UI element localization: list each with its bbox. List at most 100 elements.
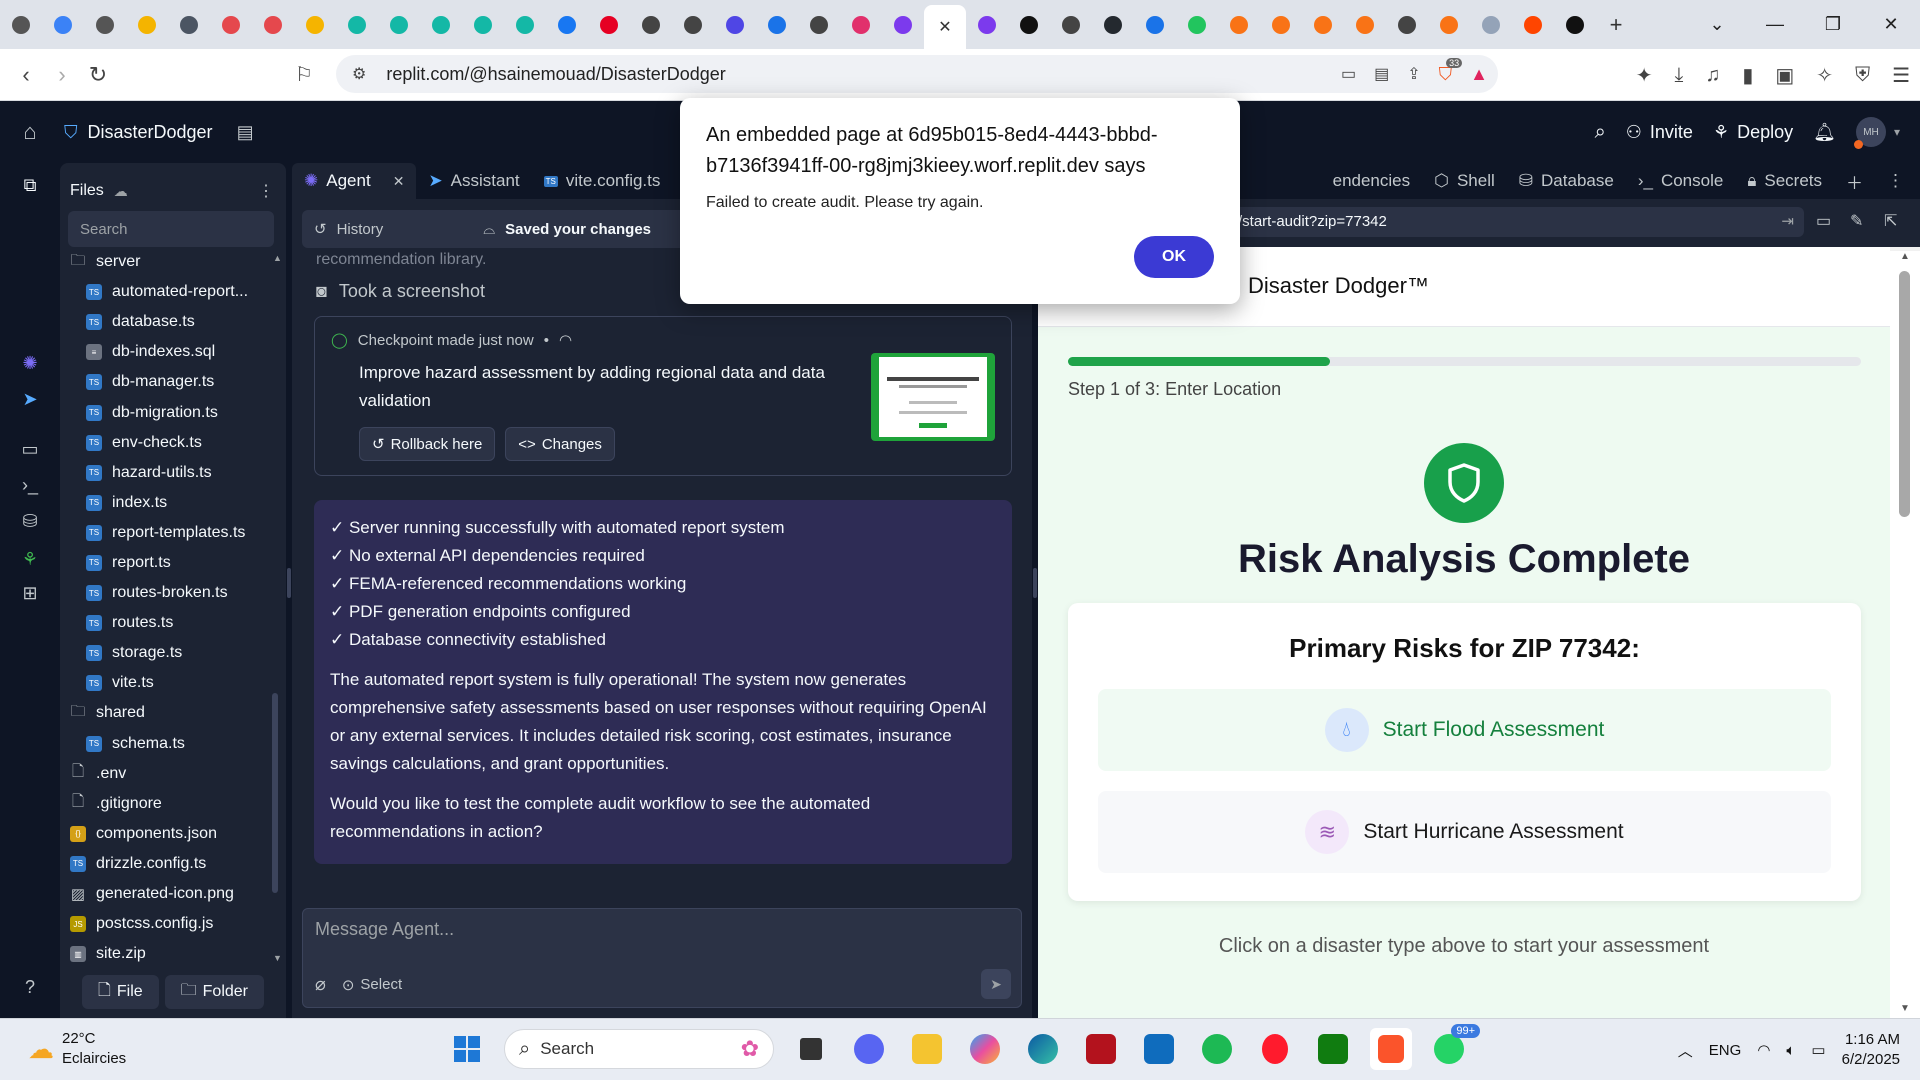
wrench-icon[interactable]: ✎ xyxy=(1850,211,1863,231)
browser-tab[interactable] xyxy=(420,4,462,46)
notifications-icon[interactable]: 🔔︎ xyxy=(1813,122,1836,143)
assistant-tool-icon[interactable]: ➤ xyxy=(0,389,60,410)
browser-tab[interactable] xyxy=(588,4,630,46)
clock[interactable]: 1:16 AM 6/2/2025 xyxy=(1842,1030,1900,1070)
send-button[interactable]: ➤ xyxy=(981,969,1011,999)
browser-tab[interactable] xyxy=(840,4,882,46)
file-item[interactable]: TS routes-broken.ts xyxy=(60,578,270,608)
tab-dependencies[interactable]: endencies xyxy=(1321,163,1423,199)
browser-tab[interactable] xyxy=(546,4,588,46)
changes-button[interactable]: <> Changes xyxy=(505,427,615,461)
file-item[interactable]: TS report.ts xyxy=(60,548,270,578)
browser-tab[interactable] xyxy=(1470,4,1512,46)
battery-icon[interactable]: ▭ xyxy=(1811,1041,1825,1059)
message-composer[interactable]: Message Agent... ⌀ ⊙ Select ➤ xyxy=(302,908,1022,1008)
panel-resize-handle[interactable] xyxy=(1033,568,1037,598)
xbox-icon[interactable] xyxy=(1312,1028,1354,1070)
site-settings-icon[interactable]: ⚙ xyxy=(352,64,366,84)
browser-tab[interactable] xyxy=(126,4,168,46)
address-bar[interactable]: ⚙ replit.com/@hsainemouad/DisasterDodger… xyxy=(336,55,1498,93)
forward-button[interactable]: › xyxy=(44,62,80,88)
message-input[interactable]: Message Agent... xyxy=(315,919,454,940)
download-icon[interactable]: ⤓ xyxy=(1675,64,1684,87)
app-brand[interactable]: Disaster Dodger™ xyxy=(1248,273,1429,299)
all-tools-icon[interactable]: ⊞ xyxy=(0,583,60,604)
file-item[interactable]: TS env-check.ts xyxy=(60,428,270,458)
tab-assistant[interactable]: ➤ Assistant xyxy=(416,163,531,199)
file-item[interactable]: {} components.json xyxy=(60,819,270,849)
browser-tab[interactable] xyxy=(0,4,42,46)
brave-rewards-icon[interactable]: ▲ xyxy=(1470,64,1488,85)
devtools-icon[interactable]: ▭ xyxy=(1816,211,1831,231)
whatsapp-icon[interactable]: 99+ xyxy=(1428,1024,1480,1070)
tab-secrets[interactable]: 🔒︎ Secrets xyxy=(1735,163,1834,199)
back-button[interactable]: ‹ xyxy=(8,62,44,88)
file-item[interactable]: ▨ generated-icon.png xyxy=(60,879,270,909)
browser-tab[interactable] xyxy=(1134,4,1176,46)
files-search-input[interactable]: Search xyxy=(68,211,274,247)
browser-tab[interactable] xyxy=(1008,4,1050,46)
task-view-icon[interactable] xyxy=(790,1028,832,1070)
opera-icon[interactable] xyxy=(1254,1028,1296,1070)
history-button[interactable]: History xyxy=(337,221,384,238)
preview-scrollbar[interactable]: ▲ ▼ xyxy=(1890,247,1920,1018)
start-flood-assessment-button[interactable]: 💧︎ Start Flood Assessment xyxy=(1098,689,1831,771)
outlook-icon[interactable] xyxy=(1138,1028,1180,1070)
tab-vite-config[interactable]: TS vite.config.ts xyxy=(532,163,673,199)
browser-tab[interactable] xyxy=(966,4,1008,46)
spotify-icon[interactable] xyxy=(1196,1028,1238,1070)
help-icon[interactable]: ? xyxy=(0,977,60,998)
chevron-down-icon[interactable]: ▾ xyxy=(1894,125,1900,139)
browser-tab[interactable] xyxy=(84,4,126,46)
leo-ai-icon[interactable]: ✧ xyxy=(1816,63,1833,88)
weather-widget[interactable]: ☁ 22°C Eclaircies xyxy=(28,1029,126,1069)
browser-tab[interactable] xyxy=(378,4,420,46)
arrow-right-icon[interactable]: ⇥ xyxy=(1781,212,1794,230)
edge-icon[interactable] xyxy=(1022,1028,1064,1070)
webview-tool-icon[interactable]: ▭ xyxy=(0,439,60,460)
file-item[interactable]: TS index.ts xyxy=(60,488,270,518)
browser-tab[interactable] xyxy=(42,4,84,46)
cast-icon[interactable]: ▤ xyxy=(1374,64,1389,84)
browser-tab[interactable] xyxy=(210,4,252,46)
file-item[interactable]: TS hazard-utils.ts xyxy=(60,458,270,488)
agent-tool-icon[interactable]: ✺ xyxy=(0,353,60,374)
shell-tool-icon[interactable]: ›_ xyxy=(0,475,60,496)
file-item[interactable]: JS postcss.config.js xyxy=(60,909,270,939)
tab-console[interactable]: ›_ Console xyxy=(1626,163,1736,199)
browser-tab[interactable] xyxy=(1386,4,1428,46)
file-item[interactable]: 🗋︎ .env xyxy=(60,759,270,789)
language-indicator[interactable]: ENG xyxy=(1709,1042,1742,1059)
files-tool-icon[interactable]: ⧉ xyxy=(0,175,60,196)
checkpoint-thumbnail[interactable] xyxy=(871,353,995,441)
deploy-button[interactable]: ⚘ Deploy xyxy=(1713,122,1793,143)
avatar[interactable]: MH xyxy=(1853,117,1886,149)
deployments-tool-icon[interactable]: ⚘ xyxy=(0,549,60,570)
file-item[interactable]: TS storage.ts xyxy=(60,638,270,668)
project-title[interactable]: ⛉ DisasterDodger ▤ xyxy=(64,122,254,143)
rollback-button[interactable]: ↺ Rollback here xyxy=(359,427,496,461)
close-window-button[interactable]: ✕ xyxy=(1862,14,1920,35)
new-tab-button[interactable]: + xyxy=(1596,12,1636,38)
file-item[interactable]: TS automated-report... xyxy=(60,277,270,307)
brave-shield-icon[interactable]: ⛉ 33 xyxy=(1439,57,1463,85)
select-button[interactable]: ⊙ Select xyxy=(342,976,402,994)
ok-button[interactable]: OK xyxy=(1134,236,1214,278)
file-item[interactable]: TS vite.ts xyxy=(60,668,270,698)
close-tab-icon[interactable]: ✕ xyxy=(938,17,951,37)
file-item[interactable]: TS db-manager.ts xyxy=(60,367,270,397)
vpn-icon[interactable]: ⛨ xyxy=(1855,64,1870,87)
panel-resize-handle-left[interactable] xyxy=(287,568,291,598)
browser-tab[interactable] xyxy=(672,4,714,46)
browser-tab[interactable] xyxy=(1554,4,1596,46)
browser-tab[interactable] xyxy=(336,4,378,46)
clipboard-icon[interactable]: ▭ xyxy=(1341,64,1356,84)
volume-icon[interactable]: 🔈︎ xyxy=(1786,1042,1795,1059)
browser-tab[interactable] xyxy=(1428,4,1470,46)
browser-tab[interactable] xyxy=(1260,4,1302,46)
share-icon[interactable]: ⇪ xyxy=(1407,64,1420,84)
invite-button[interactable]: ⚇ Invite xyxy=(1626,122,1693,143)
browser-tab[interactable] xyxy=(462,4,504,46)
folder-item[interactable]: 🗀︎ server xyxy=(60,247,270,277)
search-icon[interactable]: ⌕ xyxy=(1595,121,1606,144)
